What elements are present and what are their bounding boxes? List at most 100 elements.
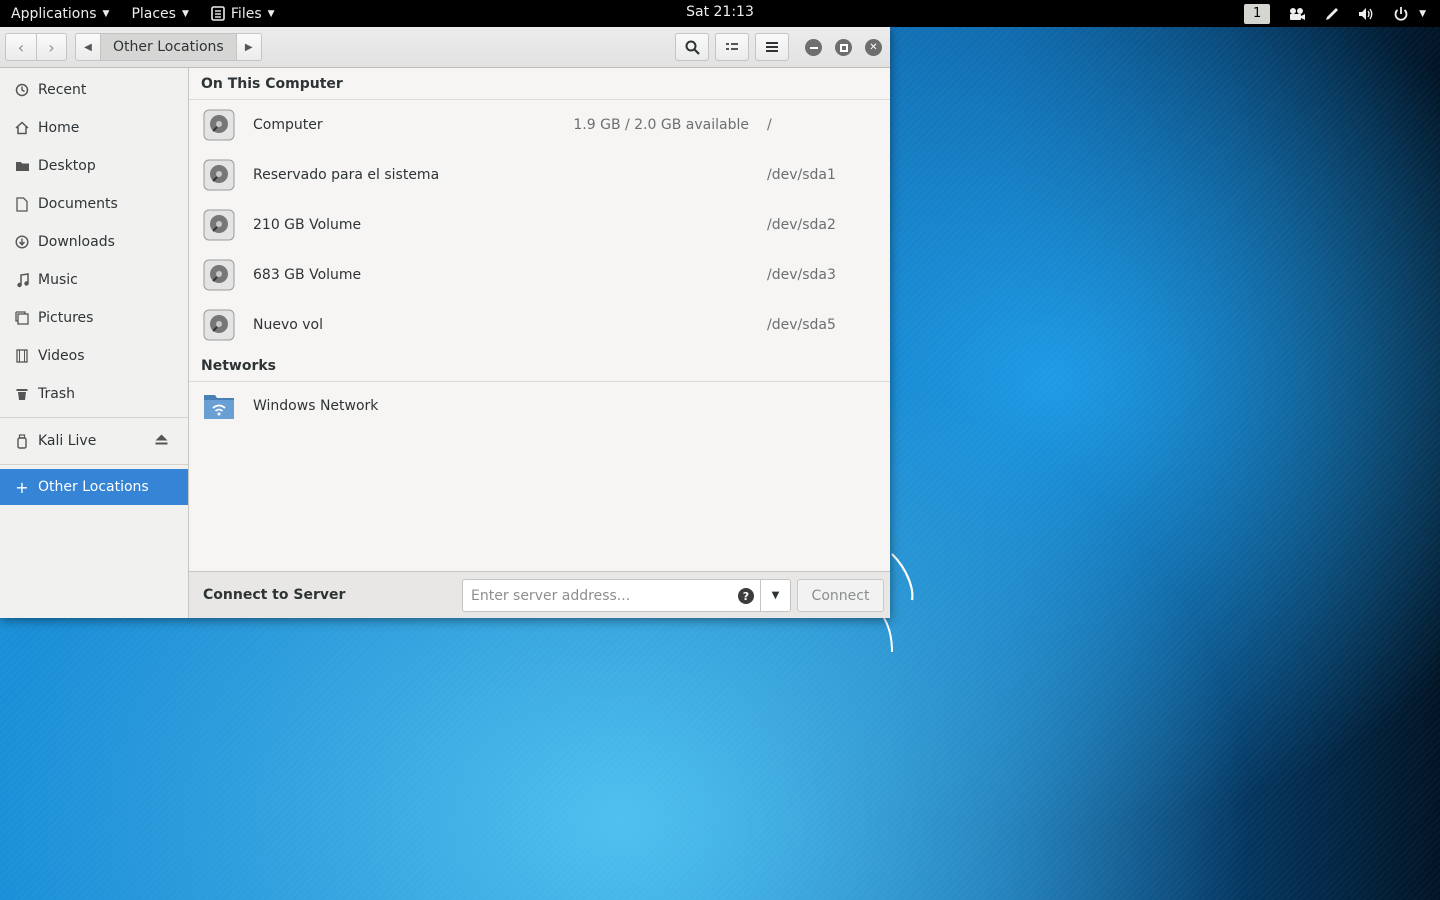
eject-icon[interactable] (155, 434, 168, 448)
sidebar-item-other-locations[interactable]: + Other Locations (0, 469, 188, 505)
video-camera-icon[interactable] (1288, 7, 1306, 21)
hard-disk-icon (203, 109, 235, 141)
sidebar-item-home[interactable]: Home (0, 109, 188, 147)
files-window: ‹ › ◀ Other Locations ▶ ✕ Recent Home De… (0, 27, 890, 618)
picture-icon (14, 311, 30, 325)
location-name: Windows Network (253, 398, 379, 414)
location-path: /dev/sda3 (767, 267, 836, 283)
sidebar-item-label: Trash (38, 386, 75, 402)
top-panel: Applications ▼ Places ▼ Files ▼ Sat 21:1… (0, 0, 1440, 27)
sidebar-item-music[interactable]: Music (0, 261, 188, 299)
sidebar-separator (0, 417, 188, 418)
forward-button[interactable]: › (36, 34, 66, 60)
pen-tool-icon[interactable] (1324, 6, 1340, 22)
location-row-sda5[interactable]: Nuevo vol /dev/sda5 (189, 300, 890, 350)
other-locations-view: On This Computer Computer 1.9 GB / 2.0 G… (189, 68, 890, 571)
chevron-down-icon: ▼ (267, 8, 275, 19)
connect-button[interactable]: Connect (797, 579, 884, 612)
sidebar-item-kali-live[interactable]: Kali Live (0, 422, 188, 460)
chevron-down-icon: ▼ (181, 8, 189, 19)
connect-to-server-bar: Connect to Server ? ▼ Connect (189, 571, 890, 618)
music-note-icon (14, 272, 30, 288)
location-path: / (767, 117, 772, 133)
sidebar-item-pictures[interactable]: Pictures (0, 299, 188, 337)
sidebar-item-trash[interactable]: Trash (0, 375, 188, 413)
header-bar: ‹ › ◀ Other Locations ▶ ✕ (0, 27, 890, 68)
location-row-sda3[interactable]: 683 GB Volume /dev/sda3 (189, 250, 890, 300)
folder-icon (14, 160, 30, 172)
power-icon (1394, 6, 1408, 21)
history-nav: ‹ › (5, 33, 67, 61)
path-scroll-right-button[interactable]: ▶ (236, 34, 261, 60)
close-button[interactable]: ✕ (865, 39, 882, 56)
location-row-sda1[interactable]: Reservado para el sistema /dev/sda1 (189, 150, 890, 200)
location-path: /dev/sda5 (767, 317, 836, 333)
chevron-down-icon: ▼ (1419, 8, 1426, 19)
location-row-computer[interactable]: Computer 1.9 GB / 2.0 GB available / (189, 100, 890, 150)
film-icon (14, 349, 30, 363)
places-menu[interactable]: Places ▼ (120, 0, 199, 27)
sidebar-item-documents[interactable]: Documents (0, 185, 188, 223)
sidebar-item-label: Kali Live (38, 433, 97, 449)
server-address-input[interactable] (471, 587, 731, 604)
sidebar-item-label: Documents (38, 196, 118, 212)
close-icon: ✕ (869, 42, 878, 53)
sidebar-item-label: Music (38, 272, 78, 288)
menu-button[interactable] (755, 33, 789, 61)
plus-icon: + (15, 477, 29, 497)
power-menu[interactable]: ▼ (1393, 6, 1426, 22)
connect-to-server-label: Connect to Server (203, 587, 346, 603)
section-header-networks: Networks (189, 350, 890, 382)
path-crumb-current[interactable]: Other Locations (100, 34, 237, 60)
sidebar-item-label: Videos (38, 348, 85, 364)
sidebar-item-recent[interactable]: Recent (0, 71, 188, 109)
chevron-right-icon: › (48, 37, 55, 57)
sidebar-item-label: Recent (38, 82, 87, 98)
minimize-button[interactable] (805, 39, 822, 56)
places-sidebar: Recent Home Desktop Documents Downloads … (0, 68, 189, 618)
sidebar-item-label: Pictures (38, 310, 94, 326)
maximize-icon (839, 43, 848, 52)
location-row-windows-network[interactable]: Windows Network (189, 382, 890, 430)
view-toggle-button[interactable] (715, 33, 749, 61)
location-name: Computer (253, 117, 323, 133)
back-button[interactable]: ‹ (6, 34, 36, 60)
workspace-indicator[interactable]: 1 (1244, 3, 1271, 24)
maximize-button[interactable] (835, 39, 852, 56)
location-name: Nuevo vol (253, 317, 323, 333)
sidebar-item-label: Home (38, 120, 80, 136)
sidebar-item-label: Desktop (38, 158, 96, 174)
clock-icon (14, 83, 30, 97)
location-path: /dev/sda1 (767, 167, 836, 183)
list-view-icon (726, 43, 738, 50)
search-icon (685, 40, 700, 55)
network-folder-icon (204, 395, 234, 419)
location-name: 683 GB Volume (253, 267, 362, 283)
section-header-on-this-computer: On This Computer (189, 68, 890, 100)
search-button[interactable] (675, 33, 709, 61)
location-row-sda2[interactable]: 210 GB Volume /dev/sda2 (189, 200, 890, 250)
location-space: 1.9 GB / 2.0 GB available (573, 117, 749, 133)
path-bar: ◀ Other Locations ▶ (75, 33, 262, 61)
sidebar-separator (0, 464, 188, 465)
server-address-combo: ? ▼ (462, 579, 791, 612)
sidebar-item-videos[interactable]: Videos (0, 337, 188, 375)
files-app-menu[interactable]: Files ▼ (200, 0, 286, 27)
hamburger-icon (766, 42, 778, 52)
files-label: Files (230, 5, 262, 22)
sidebar-item-label: Downloads (38, 234, 115, 250)
sidebar-item-desktop[interactable]: Desktop (0, 147, 188, 185)
sidebar-item-downloads[interactable]: Downloads (0, 223, 188, 261)
home-icon (14, 121, 30, 135)
system-tray: 1 ▼ (1244, 0, 1426, 27)
volume-icon[interactable] (1358, 7, 1375, 21)
files-app-icon (211, 6, 225, 21)
path-scroll-left-button[interactable]: ◀ (76, 34, 100, 60)
recent-servers-dropdown[interactable]: ▼ (760, 580, 790, 611)
document-icon (14, 196, 30, 212)
applications-menu[interactable]: Applications ▼ (0, 0, 120, 27)
usb-drive-icon (14, 433, 30, 449)
help-icon[interactable]: ? (738, 588, 754, 604)
hard-disk-icon (203, 159, 235, 191)
trash-icon (14, 387, 30, 401)
